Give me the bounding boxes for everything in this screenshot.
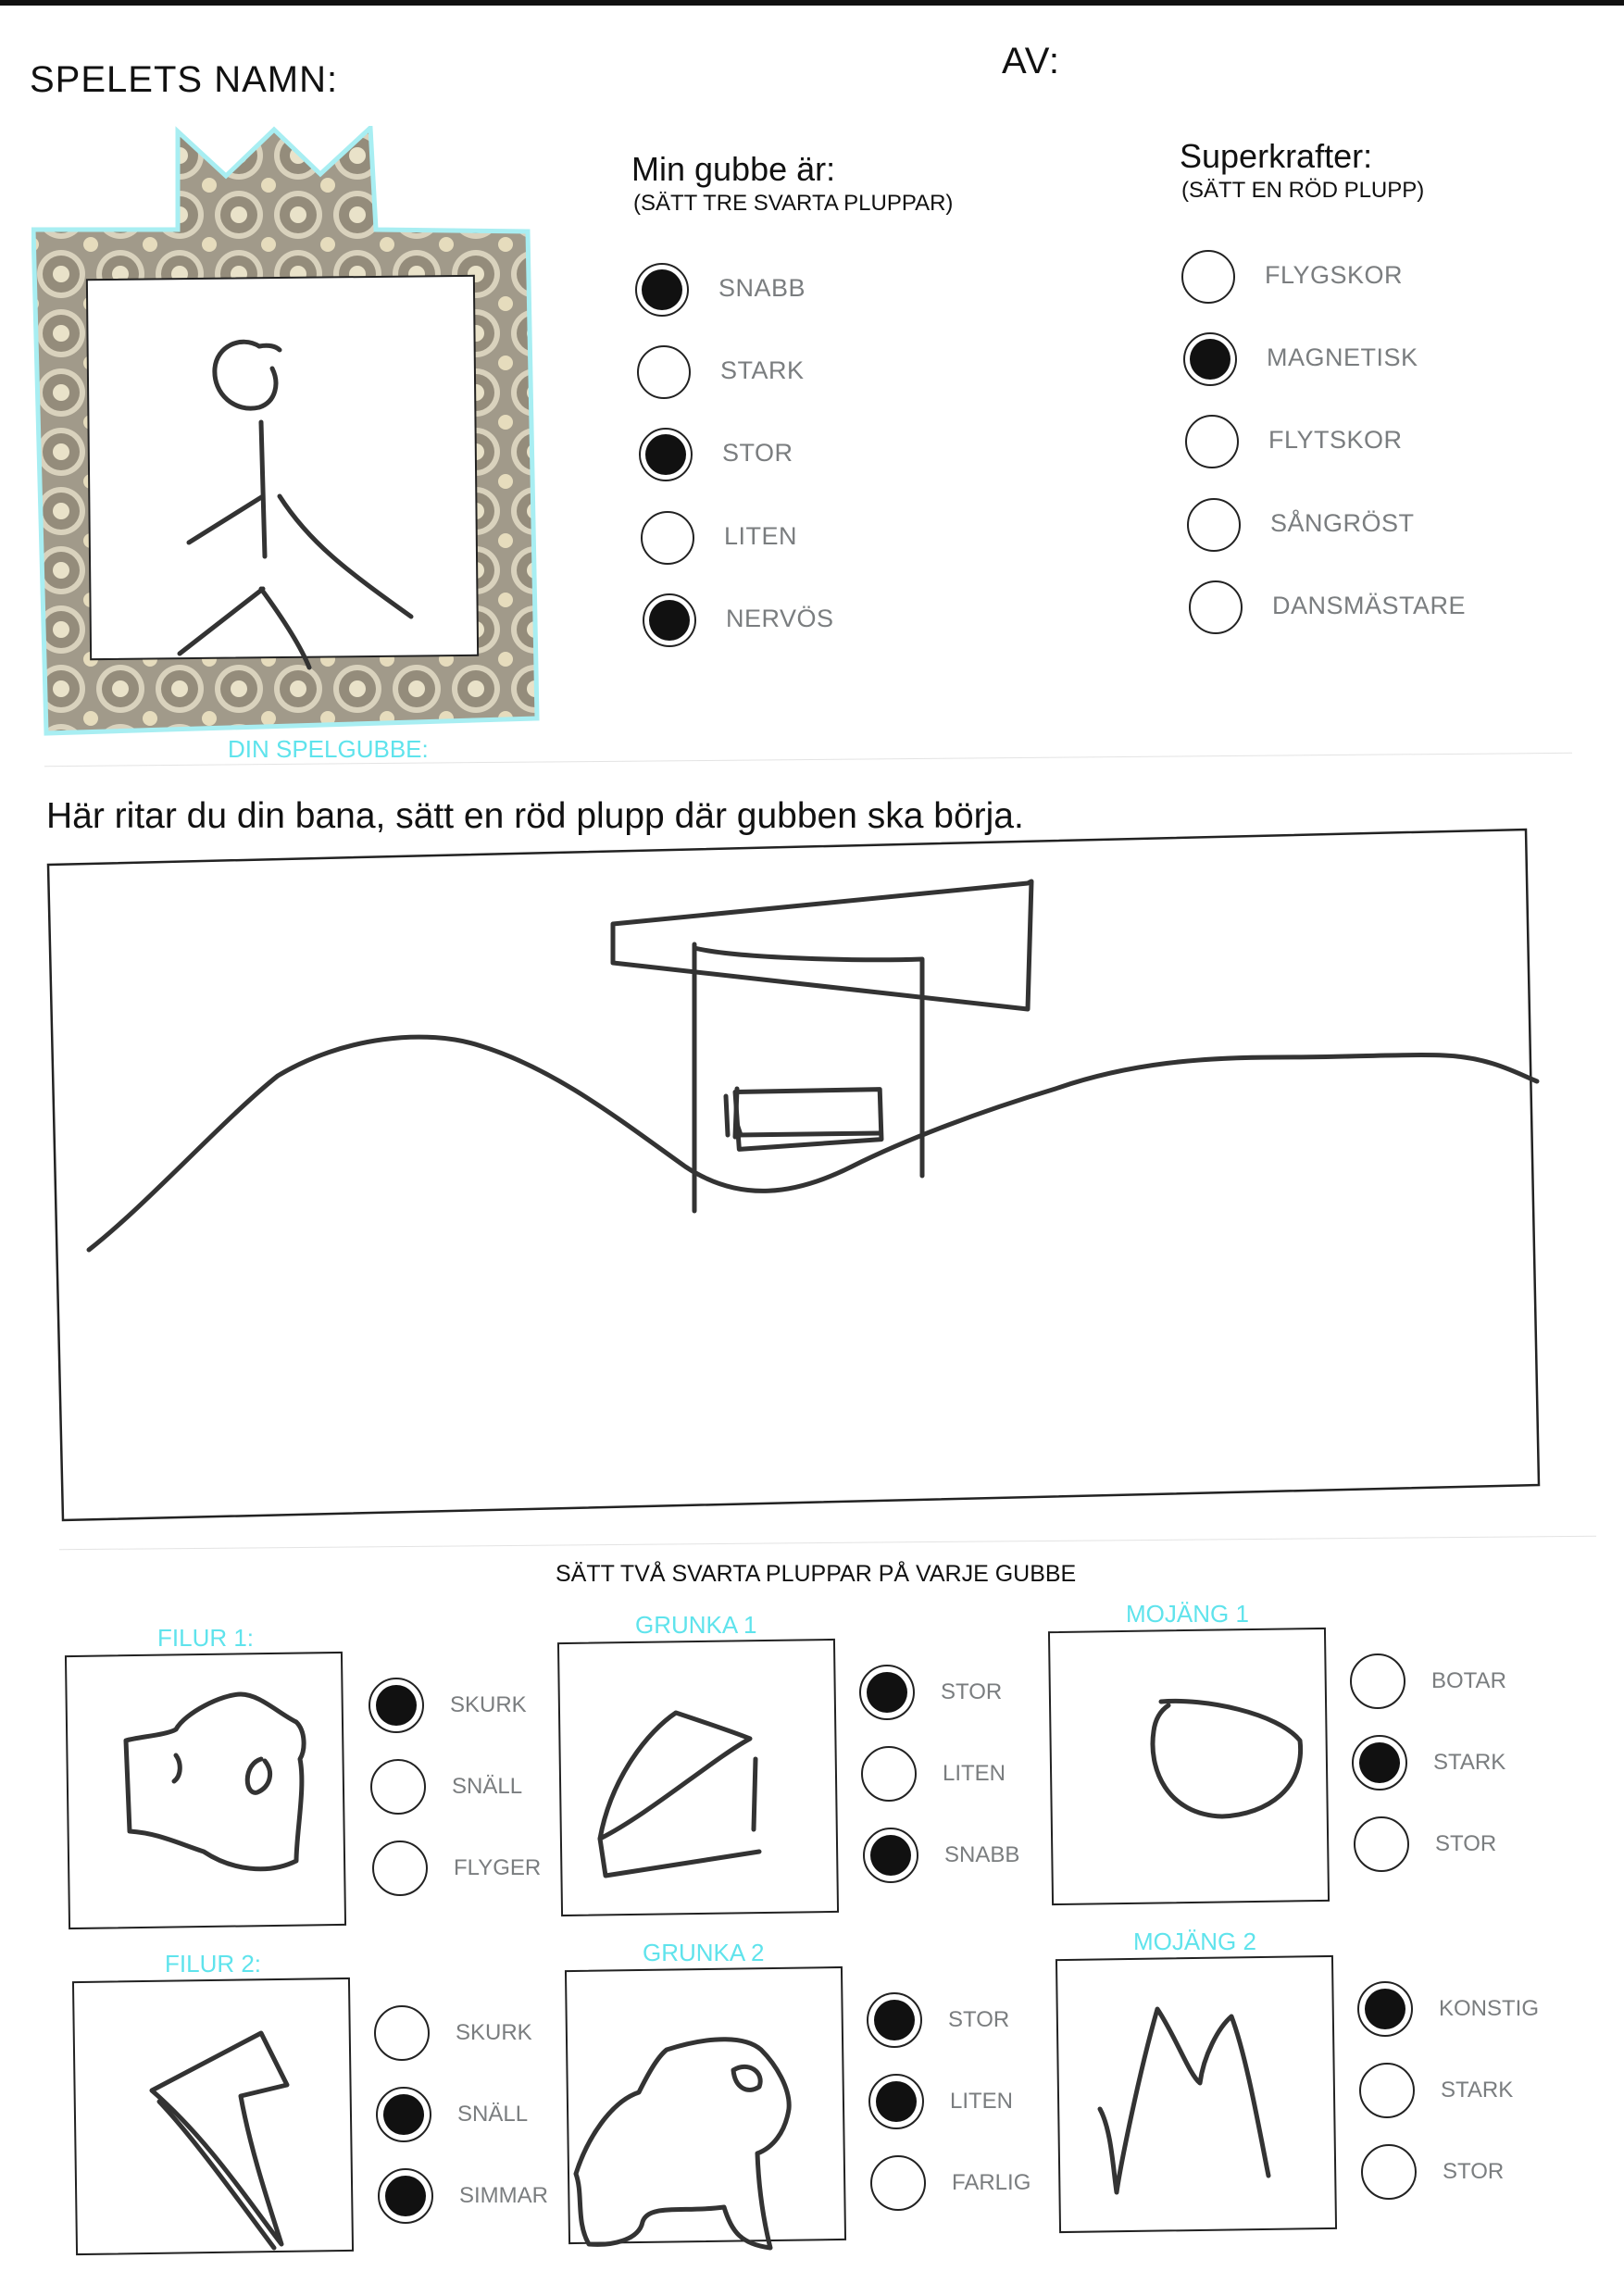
mojang2-sketch	[1097, 2006, 1271, 2195]
worksheet: SPELETS NAMN: AV: DIN SPELGUBBE: Min gub…	[0, 0, 1624, 2296]
filur2-sketch	[149, 2030, 290, 2247]
mojang1-sketch	[1150, 1698, 1304, 1819]
grunka1-sketch	[597, 1710, 753, 1841]
card-sketches	[123, 1691, 1304, 2251]
filur1-sketch	[123, 1691, 306, 1872]
